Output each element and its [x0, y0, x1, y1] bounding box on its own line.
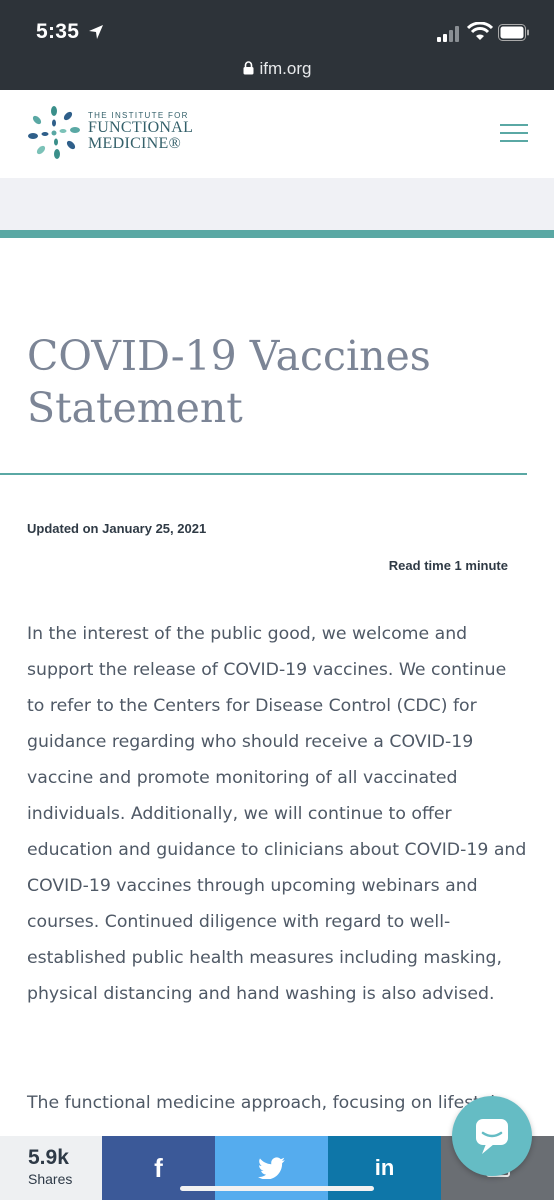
share-count: 5.9k — [28, 1146, 69, 1169]
status-bar: 5:35 ifm.org — [0, 0, 554, 90]
page-title: COVID-19 Vaccines Statement — [27, 332, 431, 432]
site-header — [0, 90, 554, 178]
teal-divider — [0, 230, 554, 238]
twitter-icon — [257, 1157, 285, 1179]
home-indicator[interactable] — [180, 1186, 374, 1191]
read-time: Read time 1 minute — [388, 558, 508, 573]
chat-button[interactable] — [452, 1096, 532, 1176]
menu-icon[interactable] — [500, 124, 528, 144]
wifi-icon — [467, 22, 493, 40]
status-time: 5:35 — [36, 20, 80, 43]
title-underline — [0, 473, 527, 475]
logo-line-3: MEDICINE® — [88, 135, 182, 152]
gray-banner — [0, 178, 554, 230]
article-paragraph-1: In the interest of the public good, we w… — [27, 624, 527, 1004]
url-text: ifm.org — [259, 59, 312, 78]
linkedin-icon: in — [374, 1155, 395, 1180]
ifm-logo-wordmark[interactable]: THE INSTITUTE FOR FUNCTIONAL MEDICINE® — [88, 111, 193, 152]
address-bar[interactable]: ifm.org — [0, 59, 554, 79]
battery-icon — [498, 24, 529, 41]
lock-icon — [243, 61, 254, 75]
chat-bubble-icon — [476, 1119, 508, 1154]
share-label: Shares — [28, 1171, 73, 1187]
ifm-logo-icon[interactable] — [26, 105, 82, 161]
cell-signal-icon — [437, 26, 463, 42]
location-arrow-icon — [89, 25, 103, 39]
facebook-icon: f — [154, 1152, 163, 1183]
logo-line-2: FUNCTIONAL — [88, 119, 194, 136]
share-count-box: 5.9k Shares — [0, 1136, 102, 1200]
updated-date: Updated on January 25, 2021 — [27, 521, 207, 536]
